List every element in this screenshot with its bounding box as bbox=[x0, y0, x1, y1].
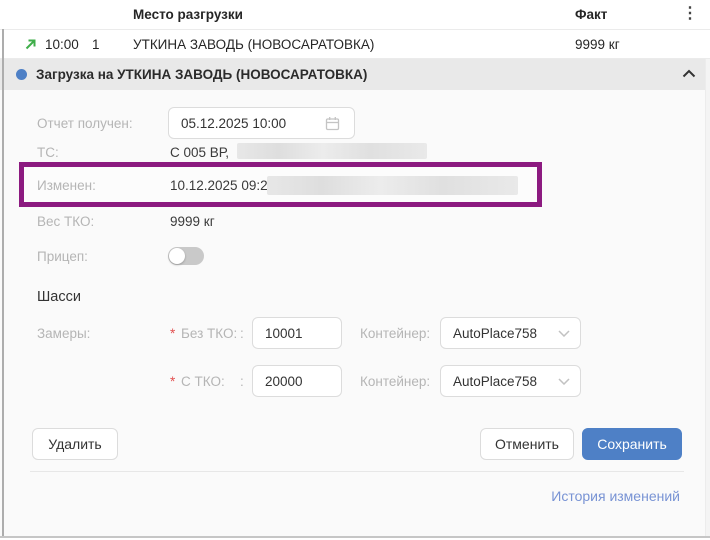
container-label: Контейнер: bbox=[360, 374, 430, 389]
table-header-row: Место разгрузки Факт ⋮ bbox=[0, 0, 710, 30]
calendar-icon[interactable] bbox=[325, 116, 340, 131]
trailer-toggle[interactable] bbox=[168, 247, 204, 265]
table-row[interactable]: 10:00 1 УТКИНА ЗАВОДЬ (НОВОСАРАТОВКА) 99… bbox=[0, 30, 710, 59]
window-bottom-edge bbox=[0, 536, 710, 538]
colon-separator: : bbox=[240, 326, 244, 341]
redacted-text bbox=[237, 143, 427, 159]
vehicle-value: С 005 ВР, bbox=[170, 145, 229, 160]
without-tko-label: Без ТКО: bbox=[181, 326, 237, 341]
delete-button[interactable]: Удалить bbox=[32, 428, 118, 460]
column-header-place: Место разгрузки bbox=[133, 7, 243, 22]
waybill-panel-screen: Место разгрузки Факт ⋮ 10:00 1 УТКИНА ЗА… bbox=[0, 0, 710, 540]
measurements-label: Замеры: bbox=[37, 326, 90, 341]
modified-value: 10.12.2025 09:27 bbox=[170, 178, 275, 193]
weight-value: 9999 кг bbox=[170, 214, 215, 229]
chevron-down-icon bbox=[558, 378, 570, 385]
container-select-value: AutoPlace758 bbox=[453, 326, 537, 341]
container-select[interactable]: AutoPlace758 bbox=[440, 365, 581, 397]
container-select[interactable]: AutoPlace758 bbox=[440, 317, 581, 349]
container-select-value: AutoPlace758 bbox=[453, 374, 537, 389]
cancel-button[interactable]: Отменить bbox=[480, 428, 574, 460]
with-tko-input[interactable] bbox=[252, 365, 342, 397]
chevron-down-icon bbox=[558, 330, 570, 337]
required-asterisk: * bbox=[170, 326, 175, 341]
container-label: Контейнер: bbox=[360, 326, 430, 341]
row-fact-weight: 9999 кг bbox=[575, 37, 620, 52]
loading-arrow-icon bbox=[24, 38, 37, 51]
with-tko-label: С ТКО: bbox=[181, 374, 225, 389]
save-button[interactable]: Сохранить bbox=[582, 428, 682, 460]
footer-divider bbox=[30, 471, 684, 472]
colon-separator: : bbox=[240, 374, 244, 389]
report-received-label: Отчет получен: bbox=[37, 116, 133, 131]
more-options-icon[interactable]: ⋮ bbox=[682, 5, 698, 23]
weight-label: Вес ТКО: bbox=[37, 214, 94, 229]
row-time: 10:00 bbox=[45, 37, 79, 52]
window-left-edge bbox=[2, 29, 4, 537]
scrollbar-track[interactable] bbox=[705, 59, 710, 536]
vehicle-label: ТС: bbox=[37, 145, 59, 160]
without-tko-input[interactable] bbox=[252, 317, 342, 349]
panel-title: Загрузка на УТКИНА ЗАВОДЬ (НОВОСАРАТОВКА… bbox=[36, 67, 367, 82]
column-header-fact: Факт bbox=[575, 7, 607, 22]
chassis-heading: Шасси bbox=[37, 289, 81, 305]
collapse-chevron-icon[interactable] bbox=[682, 69, 696, 78]
status-dot-icon bbox=[16, 69, 27, 80]
required-asterisk: * bbox=[170, 374, 175, 389]
trailer-label: Прицеп: bbox=[37, 249, 88, 264]
redacted-text bbox=[267, 176, 518, 195]
history-link[interactable]: История изменений bbox=[551, 488, 680, 504]
modified-label: Изменен: bbox=[37, 178, 96, 193]
panel-header[interactable]: Загрузка на УТКИНА ЗАВОДЬ (НОВОСАРАТОВКА… bbox=[0, 59, 710, 90]
row-sequence: 1 bbox=[92, 37, 100, 52]
row-place: УТКИНА ЗАВОДЬ (НОВОСАРАТОВКА) bbox=[133, 37, 374, 52]
